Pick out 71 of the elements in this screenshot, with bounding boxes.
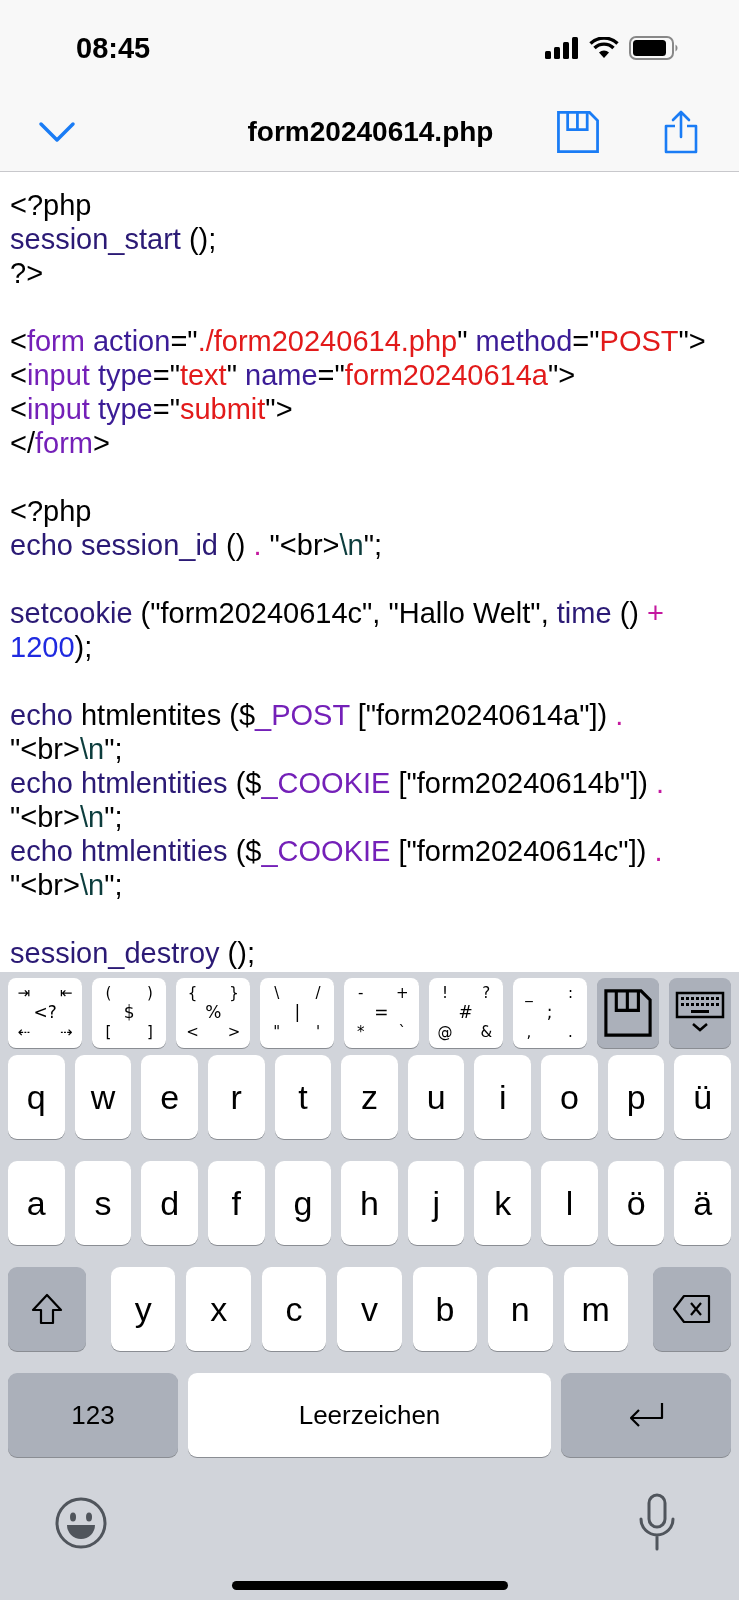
letter-key[interactable]: d (141, 1161, 198, 1245)
space-key[interactable]: Leerzeichen (188, 1373, 551, 1457)
symbol-key[interactable]: ! ? # @ & (428, 978, 503, 1048)
code-line: setcookie ("form20240614c", "Hallo Welt", time () + (10, 596, 665, 630)
share-icon[interactable] (663, 108, 699, 155)
letter-key[interactable]: ü (674, 1055, 732, 1139)
battery-icon (629, 36, 679, 60)
letter-key[interactable]: l (541, 1161, 598, 1245)
code-line: "<br>\n"; (10, 868, 124, 902)
microphone-icon[interactable] (637, 1493, 677, 1553)
letter-key[interactable]: j (407, 1161, 465, 1245)
letter-key[interactable]: x (186, 1267, 251, 1351)
letter-key[interactable]: i (474, 1055, 532, 1139)
symbol-key[interactable]: { } % < > (176, 978, 251, 1048)
code-line: ?> (10, 256, 45, 290)
symbol-key[interactable]: _ : ; , . (512, 978, 587, 1048)
code-line: session_destroy (); (10, 936, 256, 970)
letter-key[interactable]: g (274, 1161, 332, 1245)
letter-key[interactable]: v (337, 1267, 402, 1351)
letter-key[interactable]: m (563, 1267, 628, 1351)
shift-key[interactable] (8, 1267, 86, 1351)
symbol-key[interactable]: ( ) $ [ ] (92, 978, 167, 1048)
letter-key[interactable]: f (207, 1161, 265, 1245)
letter-key[interactable]: r (207, 1055, 265, 1139)
symbol-key[interactable]: \ / | " ' (260, 978, 335, 1048)
status-time: 08:45 (76, 30, 151, 65)
letter-key[interactable]: o (541, 1055, 598, 1139)
code-line: echo htmlentities ($_COOKIE ["form20240614b"]) . (10, 766, 666, 800)
wifi-icon (589, 37, 619, 59)
letter-key[interactable]: n (488, 1267, 553, 1351)
code-line: echo session_id () . "<br>\n"; (10, 528, 384, 562)
signal-icon (545, 37, 579, 59)
file-title: form20240614.php (246, 115, 495, 148)
emoji-icon[interactable] (54, 1496, 108, 1550)
code-line: session_start (); (10, 222, 218, 256)
backspace-key[interactable] (652, 1267, 731, 1351)
letter-key[interactable]: t (274, 1055, 332, 1139)
letter-key[interactable]: u (407, 1055, 465, 1139)
hide-keyboard-key[interactable] (668, 978, 731, 1048)
code-line: "<br>\n"; (10, 800, 124, 834)
letter-key[interactable]: c (261, 1267, 327, 1351)
letter-key[interactable]: h (341, 1161, 398, 1245)
code-line: "<br>\n"; (10, 732, 124, 766)
letter-key[interactable]: k (474, 1161, 532, 1245)
letter-key[interactable]: y (111, 1267, 176, 1351)
code-line: <input type="text" name="form20240614a"> (10, 358, 577, 392)
code-line: <input type="submit"> (10, 392, 294, 426)
code-line: echo htmlentities ($_COOKIE ["form20240614c"]) . (10, 834, 664, 868)
letter-key[interactable]: s (74, 1161, 132, 1245)
symbol-key[interactable]: - + = * ` (344, 978, 419, 1048)
backspace-icon (671, 1294, 712, 1324)
letter-key[interactable]: b (412, 1267, 478, 1351)
code-line: <?php (10, 494, 93, 528)
code-line: echo htmlentites ($_POST ["form20240614a"]) . (10, 698, 625, 732)
letter-key[interactable]: ö (607, 1161, 665, 1245)
chevron-down-icon[interactable] (38, 119, 76, 144)
letter-key[interactable]: a (8, 1161, 65, 1245)
letter-key[interactable]: e (141, 1055, 198, 1139)
letter-key[interactable]: ä (674, 1161, 732, 1245)
code-line: </form> (10, 426, 111, 460)
code-line: 1200); (10, 630, 94, 664)
letter-key[interactable]: z (341, 1055, 398, 1139)
code-line: <form action="./form20240614.php" method="POST"> (10, 324, 707, 358)
symbol-key[interactable]: ⇥ ⇤ <? ⇠ ⇢ (8, 978, 83, 1048)
save-key[interactable] (596, 978, 659, 1048)
letter-key[interactable]: q (8, 1055, 65, 1139)
letter-key[interactable]: w (74, 1055, 132, 1139)
numbers-key[interactable]: 123 (8, 1373, 178, 1457)
code-line: <?php (10, 188, 93, 222)
letter-key[interactable]: p (607, 1055, 665, 1139)
shift-icon (30, 1292, 64, 1326)
